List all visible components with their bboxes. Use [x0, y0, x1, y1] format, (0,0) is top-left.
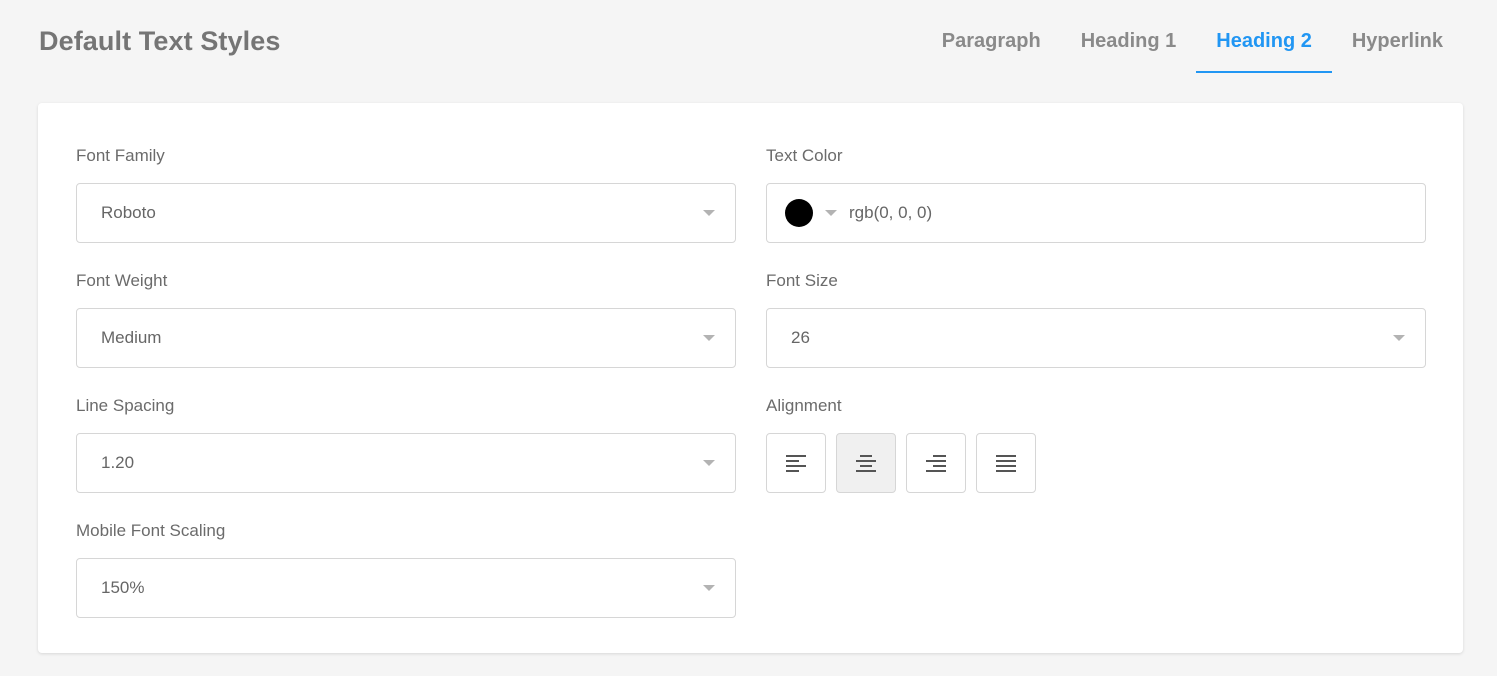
font-family-label: Font Family	[76, 146, 165, 165]
chevron-down-icon	[1393, 335, 1405, 341]
mobile-font-scaling-label: Mobile Font Scaling	[76, 521, 226, 540]
line-spacing-field: Line Spacing 1.20	[76, 395, 736, 493]
chevron-down-icon	[703, 585, 715, 591]
mobile-font-scaling-select[interactable]: 150%	[76, 558, 736, 618]
font-size-label: Font Size	[766, 271, 838, 290]
font-family-select[interactable]: Roboto	[76, 183, 736, 243]
font-size-field: Font Size 26	[766, 270, 1426, 368]
font-family-field: Font Family Roboto	[76, 145, 736, 243]
text-color-value[interactable]: rgb(0, 0, 0)	[849, 184, 932, 242]
page: Default Text Styles Paragraph Heading 1 …	[0, 0, 1497, 676]
page-title: Default Text Styles	[39, 26, 281, 56]
font-weight-select[interactable]: Medium	[76, 308, 736, 368]
alignment-button-group	[766, 433, 1426, 493]
font-size-select[interactable]: 26	[766, 308, 1426, 368]
align-right-button[interactable]	[906, 433, 966, 493]
align-left-button[interactable]	[766, 433, 826, 493]
chevron-down-icon	[703, 460, 715, 466]
text-color-picker[interactable]: rgb(0, 0, 0)	[766, 183, 1426, 243]
text-style-settings-card: Font Family Roboto Text Color rgb(0, 0, …	[38, 103, 1463, 653]
align-left-icon	[786, 455, 806, 472]
font-family-value: Roboto	[101, 203, 156, 222]
font-weight-value: Medium	[101, 328, 162, 347]
tab-heading-1[interactable]: Heading 1	[1061, 0, 1197, 73]
font-size-value: 26	[791, 328, 810, 347]
align-center-button[interactable]	[836, 433, 896, 493]
line-spacing-label: Line Spacing	[76, 396, 175, 415]
alignment-label: Alignment	[766, 396, 842, 415]
font-weight-field: Font Weight Medium	[76, 270, 736, 368]
tab-paragraph[interactable]: Paragraph	[922, 0, 1061, 73]
align-right-icon	[926, 455, 946, 472]
alignment-field: Alignment	[766, 395, 1426, 493]
color-swatch[interactable]	[785, 199, 813, 227]
mobile-font-scaling-field: Mobile Font Scaling 150%	[76, 520, 736, 618]
text-color-label: Text Color	[766, 146, 843, 165]
line-spacing-select[interactable]: 1.20	[76, 433, 736, 493]
align-center-icon	[856, 455, 876, 472]
align-justify-button[interactable]	[976, 433, 1036, 493]
style-tabs: Paragraph Heading 1 Heading 2 Hyperlink	[922, 0, 1463, 73]
line-spacing-value: 1.20	[101, 453, 135, 472]
text-color-field: Text Color rgb(0, 0, 0)	[766, 145, 1426, 243]
chevron-down-icon	[703, 335, 715, 341]
tab-hyperlink[interactable]: Hyperlink	[1332, 0, 1463, 73]
mobile-font-scaling-value: 150%	[101, 578, 145, 597]
font-weight-label: Font Weight	[76, 271, 168, 290]
chevron-down-icon[interactable]	[825, 210, 837, 216]
tab-heading-2[interactable]: Heading 2	[1196, 0, 1332, 73]
align-justify-icon	[996, 455, 1016, 472]
chevron-down-icon	[703, 210, 715, 216]
